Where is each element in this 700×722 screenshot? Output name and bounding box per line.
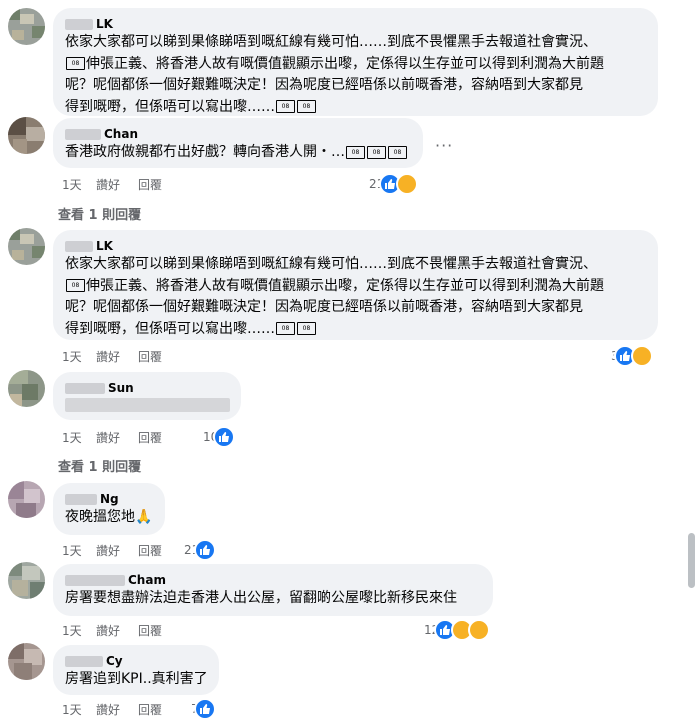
comment-text: 依家大家都可以睇到果條睇唔到嘅紅線有幾可怕……到底不畏懼黑手去報道社會實況、 0… [65,256,604,337]
avatar[interactable] [8,643,45,680]
comment-bubble: Ng 夜晚搵您地🙏 [53,483,165,535]
reply-button[interactable]: 回覆 [138,429,162,446]
author-name[interactable]: Sun [65,380,229,396]
reaction-summary[interactable]: 10 [203,426,236,448]
timestamp[interactable]: 1天 [62,622,96,639]
emoji-placeholder-icon: 08 [66,279,85,292]
comment-bubble: Cy 房署追到KPI..真利害了 [53,645,219,695]
reaction-summary[interactable]: 21 [184,539,217,561]
timestamp[interactable]: 1天 [62,701,96,718]
view-replies-link[interactable]: 查看 1 則回覆 [58,204,141,223]
reaction-summary[interactable]: 3 [611,345,653,367]
comment-bubble: Sun [53,372,241,420]
like-button[interactable]: 讚好 [96,542,138,559]
comment-actions: 1天 讚好 回覆 [62,701,162,718]
comment-text [65,398,230,420]
emoji-placeholder-icon: 08 [297,100,316,113]
author-name[interactable]: LK [65,238,646,254]
comment-actions: 1天 讚好 回覆 [62,176,162,193]
avatar[interactable] [8,481,45,518]
avatar[interactable] [8,8,45,45]
like-button[interactable]: 讚好 [96,429,138,446]
reply-button[interactable]: 回覆 [138,542,162,559]
author-name[interactable]: Chan [65,126,411,142]
reply-button[interactable]: 回覆 [138,348,162,365]
timestamp[interactable]: 1天 [62,429,96,446]
emoji-placeholder-icon: 08 [66,57,85,70]
emoji-placeholder-icon: 08 [276,322,295,335]
reaction-summary[interactable]: 12 [424,619,491,641]
author-name[interactable]: LK [65,16,646,32]
emoji-placeholder-icon: 08 [276,100,295,113]
reaction-summary[interactable]: 7 [191,698,216,720]
more-options-icon[interactable]: ··· [435,136,453,155]
scrollbar[interactable] [688,533,695,588]
author-name[interactable]: Ng [65,491,153,507]
avatar[interactable] [8,562,45,599]
timestamp[interactable]: 1天 [62,542,96,559]
like-reaction-icon [213,426,236,448]
blurred-text [65,398,230,412]
comment-actions: 1天 讚好 回覆 [62,542,162,559]
comment-actions: 1天 讚好 回覆 [62,622,162,639]
reaction-summary[interactable]: 21 [369,173,419,195]
like-reaction-icon [193,698,216,720]
like-button[interactable]: 讚好 [96,348,138,365]
comment-text: 依家大家都可以睇到果條睇唔到嘅紅線有幾可怕……到底不畏懼黑手去報道社會實況、 0… [65,34,604,115]
view-replies-link[interactable]: 查看 1 則回覆 [58,456,141,475]
haha-reaction-icon [468,619,491,641]
reply-button[interactable]: 回覆 [138,622,162,639]
timestamp[interactable]: 1天 [62,348,96,365]
avatar[interactable] [8,228,45,265]
timestamp[interactable]: 1天 [62,176,96,193]
comment-actions: 1天 讚好 回覆 [62,348,162,365]
comment-bubble: LK 依家大家都可以睇到果條睇唔到嘅紅線有幾可怕……到底不畏懼黑手去報道社會實況… [53,8,658,116]
comment-text: 夜晚搵您地🙏 [65,509,153,525]
emoji-placeholder-icon: 08 [346,145,365,159]
avatar[interactable] [8,117,45,154]
comment-text: 房署追到KPI..真利害了 [65,671,208,687]
author-name[interactable]: Cham [65,572,481,588]
like-reaction-icon [194,539,217,561]
emoji-placeholder-icon: 08 [367,145,386,159]
comment-text: 房署要想盡辦法迫走香港人出公屋，留翻啲公屋嚟比新移民來住 [65,590,457,606]
comment-bubble: LK 依家大家都可以睇到果條睇唔到嘅紅線有幾可怕……到底不畏懼黑手去報道社會實況… [53,230,658,340]
like-button[interactable]: 讚好 [96,622,138,639]
reply-button[interactable]: 回覆 [138,701,162,718]
emoji-placeholder-icon: 08 [297,322,316,335]
comment-actions: 1天 讚好 回覆 [62,429,162,446]
sad-reaction-icon [396,173,419,195]
like-button[interactable]: 讚好 [96,176,138,193]
comment-text: 香港政府做親都冇出好戲？轉向香港人開・… 08 08 08 [65,142,411,164]
comment-bubble: Chan 香港政府做親都冇出好戲？轉向香港人開・… 08 08 08 [53,118,423,168]
sad-reaction-icon [630,345,653,367]
avatar[interactable] [8,370,45,407]
comment-bubble: Cham 房署要想盡辦法迫走香港人出公屋，留翻啲公屋嚟比新移民來住 [53,564,493,616]
like-button[interactable]: 讚好 [96,701,138,718]
author-name[interactable]: Cy [65,653,207,669]
emoji-placeholder-icon: 08 [388,145,407,159]
reply-button[interactable]: 回覆 [138,176,162,193]
